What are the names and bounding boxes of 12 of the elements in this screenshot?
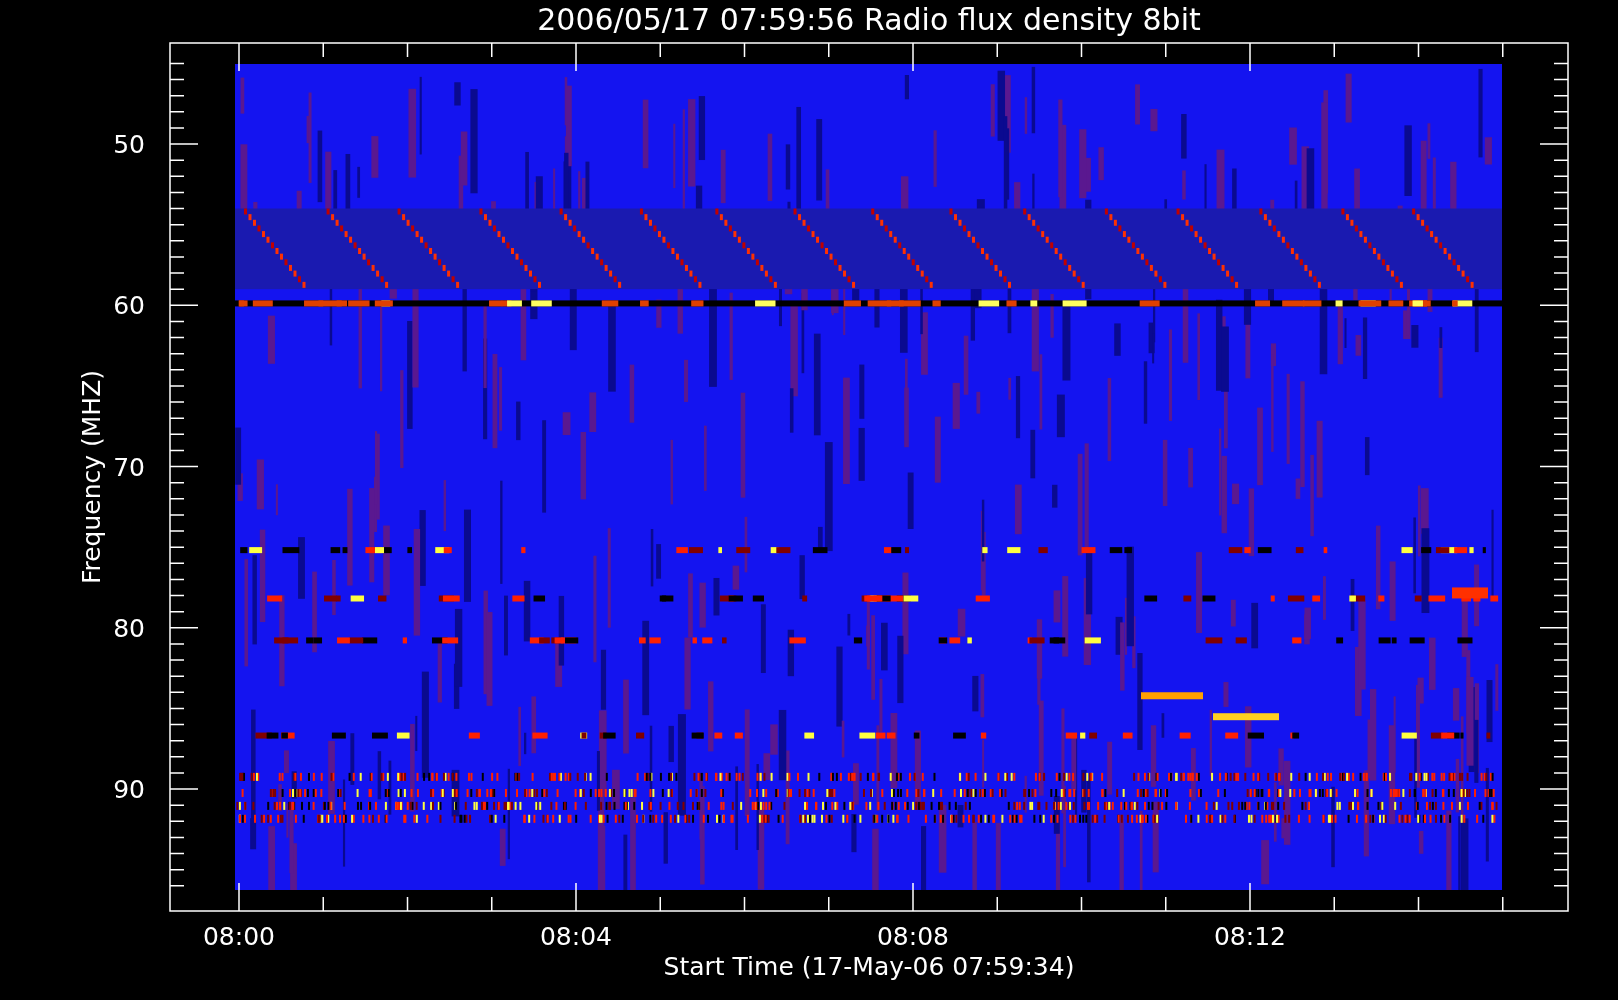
tick-label: 08:12 <box>1214 922 1286 951</box>
tick-label: 08:00 <box>203 922 275 951</box>
tick-label: 60 <box>113 291 145 321</box>
tick-label: 90 <box>113 775 145 804</box>
chart-title: 2006/05/17 07:59:56 Radio flux density 8bit <box>537 2 1201 37</box>
tick-label: 08:08 <box>877 922 949 951</box>
tick-label: 70 <box>113 452 145 482</box>
tick-label: 08:04 <box>540 922 612 951</box>
axis-title: Start Time (17-May-06 07:59:34) <box>663 952 1075 981</box>
tick-label: 50 <box>113 130 145 159</box>
tick-label: 80 <box>113 613 145 643</box>
axis-title: Frequency (MHZ) <box>77 369 106 585</box>
